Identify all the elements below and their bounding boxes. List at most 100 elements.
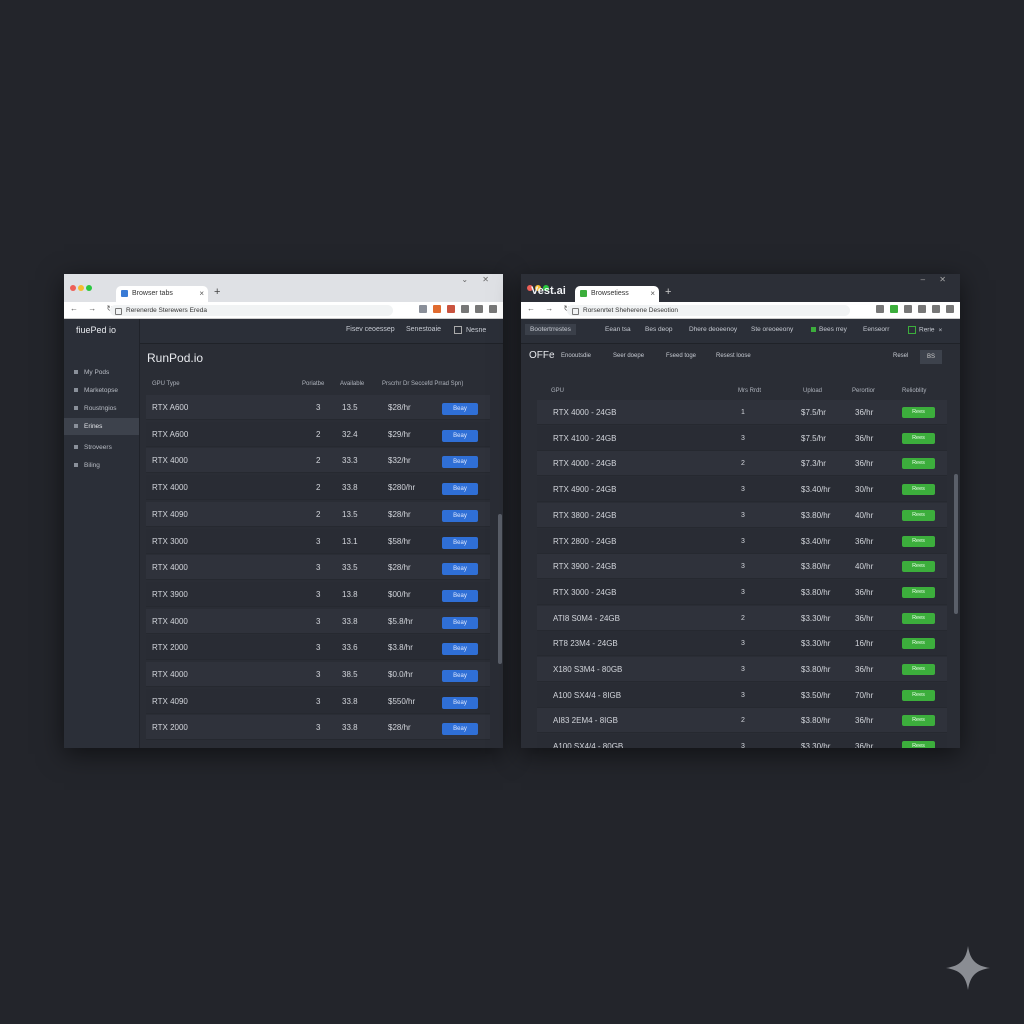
gpu-price: $3.30/hr — [801, 742, 831, 748]
filter-apply-button[interactable]: BS — [920, 350, 942, 364]
rent-button[interactable]: Rees — [902, 715, 935, 727]
nav-link-2[interactable]: Eean tsa — [605, 326, 631, 333]
new-tab-icon[interactable]: + — [665, 286, 671, 298]
rent-button[interactable]: Rees — [902, 535, 935, 547]
col-portable[interactable]: Poriatbe — [302, 376, 324, 392]
col-gpu[interactable]: GPU — [551, 382, 564, 400]
deploy-button[interactable]: Beay — [442, 670, 478, 682]
nav-link-7[interactable]: Eenseorr — [863, 326, 889, 333]
gpu-name: RTX 2000 — [152, 723, 188, 733]
gpu-name: RTX 4000 — [152, 483, 188, 493]
sidebar-item-my-pods[interactable]: My Pods — [64, 364, 139, 381]
sidebar-item-engines[interactable]: Erines — [64, 418, 139, 435]
url-field[interactable]: Rorsenrtet Sheherene Deseotion — [567, 305, 850, 316]
sidebar-item-billing[interactable]: Biling — [64, 457, 139, 474]
deploy-button[interactable]: Beay — [442, 563, 478, 576]
nav-link-1[interactable]: Bootertrrestes — [525, 324, 576, 335]
maximize-window-icon[interactable] — [86, 285, 92, 291]
deploy-button[interactable]: Beay — [442, 536, 478, 549]
deploy-button[interactable]: Beay — [442, 456, 478, 469]
deploy-button[interactable]: Beay — [442, 589, 478, 602]
rent-button[interactable]: Rees — [902, 664, 935, 675]
gpu-available: 33.8 — [342, 696, 358, 706]
browser-tab[interactable]: Browsetiess × — [575, 286, 659, 302]
gpu-count: 2 — [741, 460, 745, 468]
brand-logo[interactable]: Vest.ai — [531, 285, 566, 297]
nav-link-3[interactable]: Bes deop — [645, 326, 672, 333]
col-gpu-type[interactable]: GPU Type — [152, 376, 180, 392]
rent-button[interactable]: Rees — [902, 509, 935, 521]
brand-logo[interactable]: fiuePed io — [76, 325, 116, 335]
sidebar-item-servers[interactable]: Stroveers — [64, 439, 139, 456]
rent-button[interactable]: Rees — [902, 741, 935, 748]
minimize-window-icon[interactable] — [78, 285, 84, 291]
tab-title: Browsetiess — [591, 290, 629, 297]
rent-button[interactable]: Rees — [902, 586, 935, 598]
address-bar: ← → ↻ Rerenerde Sterewers Ereda — [64, 302, 503, 319]
browser-tab[interactable]: Browser tabs × — [116, 286, 208, 302]
deploy-button[interactable]: Beay — [442, 616, 478, 629]
deploy-button[interactable]: Beay — [442, 723, 478, 736]
gpu-name: A100 SX4/4 - 80GB — [553, 742, 624, 748]
filter-1[interactable]: Enooutsdie — [561, 353, 591, 359]
rent-button[interactable]: Rees — [902, 561, 935, 573]
url-field[interactable]: Rerenerde Sterewers Ereda — [110, 305, 393, 316]
gpu-available: 33.3 — [342, 456, 358, 466]
tab-close-icon[interactable]: × — [650, 289, 655, 298]
gpu-performance: 40/hr — [855, 562, 874, 572]
gpu-count: 3 — [741, 588, 745, 596]
extension-icons[interactable] — [870, 305, 954, 313]
nav-link-3[interactable]: Nesne — [454, 326, 486, 334]
deploy-button[interactable]: Beay — [442, 509, 478, 522]
sidebar-item-routing[interactable]: Roustngios — [64, 400, 139, 417]
tab-close-icon[interactable]: × — [199, 289, 204, 298]
nav-link-5[interactable]: Ste oreoeeony — [751, 326, 793, 333]
nav-link-6[interactable]: Bees rrey — [811, 326, 847, 333]
col-reliability[interactable]: Relioblity — [902, 382, 926, 400]
col-price[interactable]: Prscrhr Dr Seccefd Prrad Spn) — [382, 376, 463, 392]
col-max-rent[interactable]: Mrs Rrdt — [738, 382, 761, 400]
rent-button[interactable]: Rees — [902, 407, 935, 418]
rent-button[interactable]: Rees — [902, 689, 935, 701]
rent-button[interactable]: Rees — [902, 638, 935, 650]
filter-3[interactable]: Fseed toge — [666, 353, 696, 359]
scrollbar[interactable] — [498, 514, 502, 664]
nav-link-4[interactable]: Dhere deoeenoy — [689, 326, 737, 333]
scrollbar[interactable] — [954, 474, 958, 614]
deploy-button[interactable]: Beay — [442, 696, 478, 709]
deploy-button[interactable]: Beay — [442, 429, 478, 442]
rent-button[interactable]: Rees — [902, 612, 935, 624]
close-icon[interactable]: × — [939, 327, 943, 334]
filter-5[interactable]: Resel — [893, 353, 908, 359]
rent-button[interactable]: Rees — [902, 484, 935, 496]
nav-link-8[interactable]: Rerie × — [908, 326, 942, 334]
tab-favicon-icon — [121, 290, 128, 297]
filter-2[interactable]: Seer doepe — [613, 353, 644, 359]
window-menu-icons[interactable]: – ✕ — [921, 275, 952, 284]
deploy-button[interactable]: Beay — [442, 483, 478, 496]
gpu-name: RTX 4000 — [152, 456, 188, 466]
col-available[interactable]: Available — [340, 376, 364, 392]
gpu-price: $28/hr — [388, 403, 411, 412]
filter-4[interactable]: Resest loose — [716, 353, 751, 359]
col-performance[interactable]: Perortior — [852, 382, 875, 400]
col-upload[interactable]: Upload — [803, 382, 822, 400]
close-window-icon[interactable] — [70, 285, 76, 291]
deploy-button[interactable]: Beay — [442, 643, 478, 656]
table-row: RTX 4000 3 33.5 $28/hr Beay — [146, 555, 490, 581]
gpu-price: $3.40/hr — [801, 485, 831, 495]
nav-link-2[interactable]: Senestoaie — [406, 326, 441, 333]
window-menu-icons[interactable]: ⌄ ✕ — [461, 275, 495, 284]
gpu-count: 3 — [741, 434, 745, 442]
rent-button[interactable]: Rees — [902, 432, 935, 444]
rent-button[interactable]: Rees — [902, 458, 935, 470]
gpu-name: RTX 4000 — [152, 563, 188, 573]
gpu-price: $3.50/hr — [801, 690, 831, 700]
sidebar-item-marketplace[interactable]: Marketopse — [64, 382, 139, 399]
deploy-button[interactable]: Beay — [442, 403, 478, 415]
nav-link-1[interactable]: Fisev ceoessep — [346, 326, 395, 333]
new-tab-icon[interactable]: + — [214, 286, 220, 298]
extension-icons[interactable] — [413, 305, 497, 313]
gpu-price: $3.80/hr — [801, 716, 831, 726]
server-icon — [74, 445, 78, 450]
